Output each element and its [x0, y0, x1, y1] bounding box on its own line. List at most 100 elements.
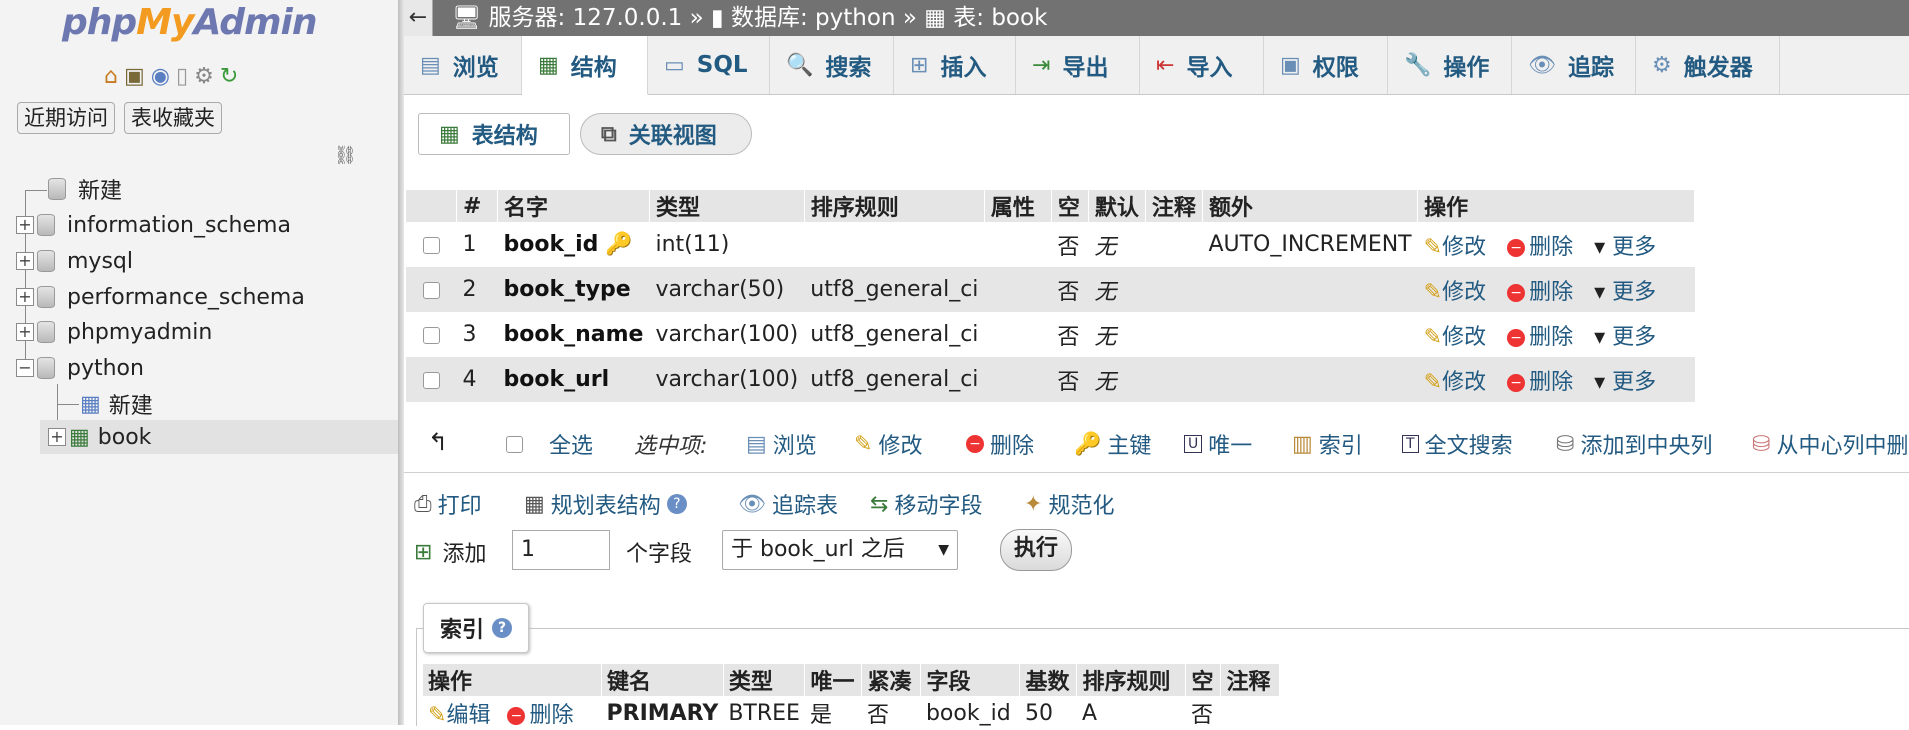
print-icon: ⎙ — [414, 491, 432, 517]
tree-item-mysql[interactable]: + mysql — [16, 244, 133, 278]
field-name[interactable]: book_id — [504, 232, 599, 257]
header-comments[interactable]: 注释 — [1145, 190, 1203, 222]
field-name[interactable]: book_url — [504, 367, 610, 392]
collapse-icon[interactable]: − — [16, 359, 34, 377]
breadcrumb-table[interactable]: 表: book — [953, 5, 1047, 31]
header-action[interactable]: 操作 — [1417, 190, 1696, 222]
go-button[interactable]: 执行 — [1000, 529, 1072, 571]
propose-structure-link[interactable]: ▦ 规划表结构? — [524, 488, 687, 520]
tab-operations[interactable]: 🔧 操作 — [1388, 36, 1512, 94]
bulk-unique-button[interactable]: U 唯一 — [1184, 428, 1252, 460]
breadcrumb-server[interactable]: 服务器: 127.0.0.1 — [489, 5, 683, 31]
print-link[interactable]: ⎙ 打印 — [414, 488, 482, 520]
help-icon[interactable]: ? — [666, 494, 687, 514]
row-checkbox[interactable] — [422, 371, 440, 389]
header-type[interactable]: 类型 — [649, 190, 805, 222]
subtab-relation-view[interactable]: ⧉ 关联视图 — [580, 113, 752, 155]
collapse-navigation-arrow-icon[interactable]: ← — [404, 0, 433, 36]
delete-link[interactable]: 删除 — [1529, 235, 1573, 260]
more-link[interactable]: 更多 — [1612, 370, 1656, 395]
bulk-edit-button[interactable]: ✎ 修改 — [854, 428, 922, 460]
home-icon[interactable]: ⌂ — [104, 64, 118, 90]
tab-search[interactable]: 🔍 搜索 — [770, 36, 894, 94]
bulk-fulltext-button[interactable]: T 全文搜索 — [1402, 428, 1513, 460]
bulk-primary-button[interactable]: 🔑 主键 — [1074, 428, 1151, 460]
bulk-delete-button[interactable]: − 删除 — [966, 428, 1034, 460]
expand-icon[interactable]: + — [48, 428, 66, 446]
help-icon[interactable]: ? — [492, 618, 513, 638]
add-central-column-icon: ⛁ — [1556, 431, 1575, 457]
phpmyadmin-logo[interactable]: phpMyAdmin — [62, 2, 317, 43]
more-link[interactable]: 更多 — [1612, 280, 1656, 305]
edit-link[interactable]: 修改 — [1442, 370, 1486, 395]
field-name[interactable]: book_name — [504, 322, 644, 347]
link-with-main-panel-icon[interactable]: ⛓ — [334, 145, 357, 166]
header-null[interactable]: 空 — [1051, 190, 1089, 222]
expand-icon[interactable]: + — [16, 323, 34, 341]
row-checkbox[interactable] — [422, 236, 440, 254]
delete-icon: − — [1507, 238, 1526, 257]
delete-link[interactable]: 删除 — [1529, 370, 1573, 395]
bulk-browse-button[interactable]: ▤ 浏览 — [746, 428, 817, 460]
track-table-link[interactable]: 👁 追踪表 — [738, 488, 838, 520]
select-all[interactable]: 全选 — [506, 428, 593, 460]
tree-item-python[interactable]: − python — [16, 351, 144, 385]
edit-link[interactable]: 修改 — [1442, 280, 1486, 305]
tab-browse[interactable]: ▤ 浏览 — [404, 36, 522, 94]
subtab-table-structure[interactable]: ▦ 表结构 — [418, 113, 570, 155]
more-link[interactable]: 更多 — [1612, 235, 1656, 260]
tab-privileges[interactable]: ▣ 权限 — [1264, 36, 1388, 94]
tab-tracking[interactable]: 👁 追踪 — [1512, 36, 1636, 94]
edit-link[interactable]: 修改 — [1442, 235, 1486, 260]
tab-triggers[interactable]: ⚙ 触发器 — [1636, 36, 1780, 94]
bulk-remove-central-button[interactable]: ⛁ 从中心列中删 — [1752, 428, 1908, 460]
bulk-add-central-button[interactable]: ⛁ 添加到中央列 — [1556, 428, 1712, 460]
breadcrumb-database[interactable]: 数据库: python — [731, 5, 896, 31]
header-attributes[interactable]: 属性 — [984, 190, 1052, 222]
expand-icon[interactable]: + — [16, 288, 34, 306]
select-all-checkbox[interactable] — [506, 435, 523, 453]
header-collation[interactable]: 排序规则 — [804, 190, 985, 222]
dropdown-arrow-icon: ▾ — [1594, 369, 1606, 395]
help-icon[interactable]: ◉ — [151, 64, 170, 90]
tab-export[interactable]: ⇥ 导出 — [1016, 36, 1140, 94]
tab-import[interactable]: ⇤ 导入 — [1140, 36, 1264, 94]
tree-item-phpmyadmin[interactable]: + phpmyadmin — [16, 315, 212, 349]
panel-divider[interactable] — [398, 0, 404, 725]
recent-tables-button[interactable]: 近期访问 — [17, 102, 115, 134]
header-extra[interactable]: 额外 — [1202, 190, 1419, 222]
tab-structure[interactable]: ▦ 结构 — [522, 36, 648, 95]
tree-item-new-table[interactable]: ▦ 新建 — [80, 387, 153, 421]
expand-icon[interactable]: + — [16, 216, 34, 234]
column-count-input[interactable]: 1 — [512, 530, 610, 570]
docs-icon[interactable]: ▯ — [176, 64, 188, 90]
logout-icon[interactable]: ▣ — [124, 64, 145, 90]
delete-link[interactable]: 删除 — [1529, 325, 1573, 350]
tab-insert[interactable]: ⊞ 插入 — [894, 36, 1016, 94]
tab-sql[interactable]: ▭ SQL — [648, 36, 770, 94]
row-checkbox[interactable] — [422, 281, 440, 299]
delete-link[interactable]: 删除 — [1529, 280, 1573, 305]
normalize-link[interactable]: ✦ 规范化 — [1024, 488, 1114, 520]
column-position-select[interactable]: 于 book_url 之后 ▼ — [722, 530, 958, 570]
favorite-tables-button[interactable]: 表收藏夹 — [124, 102, 222, 134]
bulk-index-button[interactable]: ▥ 索引 — [1292, 428, 1363, 460]
tree-item-performance-schema[interactable]: + performance_schema — [16, 280, 305, 314]
row-checkbox[interactable] — [422, 326, 440, 344]
tree-item-information-schema[interactable]: + information_schema — [16, 208, 291, 242]
header-number[interactable]: # — [456, 190, 498, 222]
header-default[interactable]: 默认 — [1088, 190, 1146, 222]
expand-icon[interactable]: + — [16, 252, 34, 270]
more-link[interactable]: 更多 — [1612, 325, 1656, 350]
tree-item-book[interactable]: + ▦ book — [48, 420, 151, 454]
field-name[interactable]: book_type — [504, 277, 631, 302]
header-name[interactable]: 名字 — [497, 190, 650, 222]
edit-link[interactable]: 修改 — [1442, 325, 1486, 350]
settings-gear-icon[interactable]: ⚙ — [194, 64, 214, 90]
select-all-arrow-icon: ↰ — [428, 428, 449, 456]
move-columns-link[interactable]: ⇆ 移动字段 — [870, 488, 982, 520]
reload-icon[interactable]: ↻ — [220, 64, 238, 90]
tree-item-new-db[interactable]: 新建 — [48, 172, 122, 206]
delete-index-link[interactable]: 删除 — [529, 703, 573, 728]
edit-index-link[interactable]: 编辑 — [446, 703, 490, 728]
